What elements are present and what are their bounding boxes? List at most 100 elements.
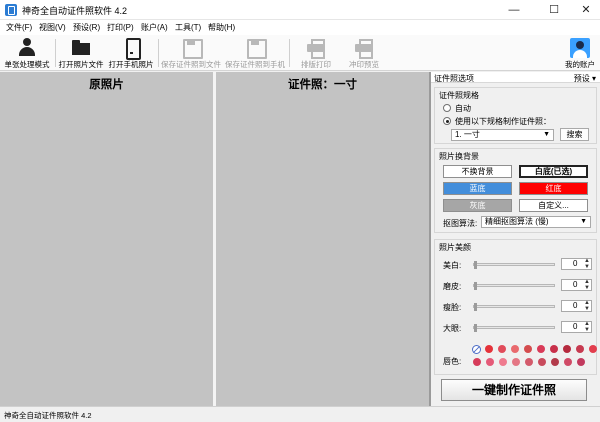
lip-color-swatch[interactable]	[486, 358, 494, 366]
search-button[interactable]: 搜索	[560, 128, 589, 141]
whiten-label: 美白:	[443, 261, 462, 270]
whiten-slider[interactable]	[473, 261, 555, 269]
maximize-button[interactable]: ☐	[537, 0, 571, 20]
slim-face-slider[interactable]	[473, 303, 555, 311]
blue-bg-button[interactable]: 蓝底	[443, 182, 512, 195]
lip-color-swatch[interactable]	[577, 358, 585, 366]
beauty-group-title: 照片美颜	[439, 243, 471, 252]
lip-color-swatch[interactable]	[563, 345, 571, 353]
smooth-spinbox[interactable]: 0 ▲ ▼	[561, 279, 592, 291]
options-panel: 证件照选项 预设 ▾ 证件照规格 自动 使用以下规格制作证件照： 1. 一寸 ▼…	[431, 72, 600, 406]
big-eye-slider[interactable]	[473, 324, 555, 332]
slider-thumb[interactable]	[474, 282, 477, 290]
smooth-slider[interactable]	[473, 282, 555, 290]
folder-icon	[71, 38, 91, 56]
id-photo-title: 证件照：一寸	[288, 77, 357, 91]
open-file-button[interactable]: 打开照片文件	[57, 35, 105, 71]
menu-file[interactable]: 文件(F)	[6, 22, 32, 33]
printer-icon	[306, 38, 326, 59]
lip-color-swatch[interactable]	[525, 358, 533, 366]
account-button[interactable]: 我的账户	[560, 35, 600, 71]
make-id-photo-button[interactable]: 一键制作证件照	[441, 379, 587, 401]
lip-color-swatch[interactable]	[485, 345, 493, 353]
menu-account[interactable]: 账户(A)	[141, 22, 168, 33]
open-phone-button[interactable]: 打开手机照片	[107, 35, 155, 71]
app-icon	[5, 4, 17, 16]
big-eye-value: 0	[573, 322, 578, 331]
options-header: 证件照选项 预设 ▾	[431, 72, 600, 83]
menu-view[interactable]: 视图(V)	[39, 22, 66, 33]
account-label: 我的账户	[565, 60, 595, 69]
lip-color-swatch[interactable]	[499, 358, 507, 366]
slider-thumb[interactable]	[474, 261, 477, 269]
spin-arrows-icon[interactable]: ▲ ▼	[584, 258, 590, 270]
lip-color-swatch[interactable]	[511, 345, 519, 353]
mode-button[interactable]: 单张处理模式	[2, 35, 52, 71]
spec-select-value: 1. 一寸	[455, 130, 480, 139]
lip-color-swatch[interactable]	[524, 345, 532, 353]
gray-bg-button[interactable]: 灰底	[443, 199, 512, 212]
auto-radio-label: 自动	[455, 104, 471, 113]
big-eye-spinbox[interactable]: 0 ▲ ▼	[561, 321, 592, 333]
whiten-spinbox[interactable]: 0 ▲ ▼	[561, 258, 592, 270]
original-photo-pane[interactable]: 原照片	[0, 72, 213, 406]
algo-select-value: 精细抠图算法 (慢)	[485, 217, 549, 226]
avatar	[570, 38, 590, 58]
no-change-bg-button[interactable]: 不换背景	[443, 165, 512, 178]
menu-preset[interactable]: 预设(R)	[73, 22, 100, 33]
use-spec-radio[interactable]	[443, 117, 451, 125]
lip-color-swatch[interactable]	[551, 358, 559, 366]
menu-help[interactable]: 帮助(H)	[208, 22, 235, 33]
save-file-label: 保存证件照到文件	[161, 60, 221, 69]
close-button[interactable]: ✕	[569, 0, 600, 20]
toolbar-separator	[289, 39, 290, 67]
lip-color-swatch[interactable]	[538, 358, 546, 366]
lip-color-swatch[interactable]	[537, 345, 545, 353]
minimize-button[interactable]: —	[497, 0, 531, 20]
print-preview-button[interactable]: 冲印预览	[344, 35, 384, 71]
spin-arrows-icon[interactable]: ▲ ▼	[584, 300, 590, 312]
red-bg-button[interactable]: 红底	[519, 182, 588, 195]
spec-select[interactable]: 1. 一寸 ▼	[451, 129, 554, 141]
toolbar-separator	[55, 39, 56, 67]
menu-print[interactable]: 打印(P)	[107, 22, 134, 33]
lip-color-swatch[interactable]	[576, 345, 584, 353]
lip-color-swatch[interactable]	[512, 358, 520, 366]
big-eye-label: 大眼:	[443, 324, 462, 333]
whiten-value: 0	[573, 259, 578, 268]
preset-dropdown[interactable]: 预设 ▾	[574, 73, 596, 84]
open-file-label: 打开照片文件	[58, 60, 104, 69]
lip-color-label: 唇色:	[443, 357, 462, 366]
lip-color-swatch[interactable]	[550, 345, 558, 353]
chevron-down-icon: ▼	[580, 218, 587, 225]
lip-color-swatch[interactable]	[473, 358, 481, 366]
menu-bar: 文件(F) 视图(V) 预设(R) 打印(P) 账户(A) 工具(T) 帮助(H…	[0, 20, 600, 35]
options-title: 证件照选项	[434, 74, 474, 83]
slider-thumb[interactable]	[474, 324, 477, 332]
phone-icon	[121, 38, 141, 60]
id-photo-pane[interactable]: 证件照：一寸	[216, 72, 429, 406]
slider-thumb[interactable]	[474, 303, 477, 311]
save-file-button[interactable]: 保存证件照到文件	[161, 35, 221, 71]
mode-label: 单张处理模式	[4, 60, 50, 69]
save-disk-icon	[181, 38, 203, 59]
print-preview-label: 冲印预览	[349, 60, 379, 69]
white-bg-button[interactable]: 白底(已选)	[519, 165, 588, 178]
algo-select[interactable]: 精细抠图算法 (慢) ▼	[481, 216, 591, 228]
user-icon	[17, 38, 37, 56]
lip-color-swatch[interactable]	[498, 345, 506, 353]
layout-print-button[interactable]: 排版打印	[296, 35, 336, 71]
custom-bg-button[interactable]: 自定义...	[519, 199, 588, 212]
auto-radio[interactable]	[443, 104, 451, 112]
no-lip-color-icon[interactable]	[472, 345, 481, 354]
lip-color-swatch[interactable]	[589, 345, 597, 353]
lip-color-swatch[interactable]	[564, 358, 572, 366]
spin-arrows-icon[interactable]: ▲ ▼	[584, 279, 590, 291]
slim-face-spinbox[interactable]: 0 ▲ ▼	[561, 300, 592, 312]
spin-arrows-icon[interactable]: ▲ ▼	[584, 321, 590, 333]
status-text: 神奇全自动证件照软件 4.2	[4, 411, 92, 420]
beauty-group: 照片美颜 美白: 0 ▲ ▼ 磨皮: 0 ▲ ▼ 瘦脸: 0 ▲ ▼ 大眼: 0 ▲ ▼ 唇色:	[434, 239, 597, 375]
save-phone-button[interactable]: 保存证件照到手机	[224, 35, 286, 71]
toolbar: 单张处理模式 打开照片文件 打开手机照片 保存证件照到文件 保存证件照到手机 排…	[0, 35, 600, 71]
menu-tools[interactable]: 工具(T)	[175, 22, 201, 33]
